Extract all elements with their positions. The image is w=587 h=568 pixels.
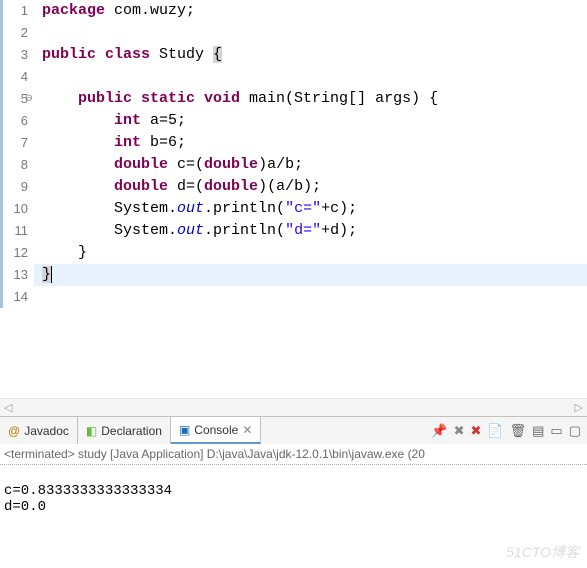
line-number: 14: [0, 286, 34, 308]
display-selected-icon[interactable]: ▤: [532, 423, 544, 439]
scroll-lock-icon[interactable]: 📄: [487, 423, 503, 439]
console-line: c=0.8333333333333334: [4, 483, 172, 499]
scroll-right-icon[interactable]: ▷: [575, 401, 583, 414]
code-line[interactable]: 5⊖ public static void main(String[] args…: [0, 88, 587, 110]
code-line[interactable]: 7 int b=6;: [0, 132, 587, 154]
code-content[interactable]: public static void main(String[] args) {: [34, 88, 587, 110]
tab-console[interactable]: ▣ Console ✕: [171, 417, 261, 444]
code-content[interactable]: System.out.println("d="+d);: [34, 220, 587, 242]
code-content[interactable]: System.out.println("c="+c);: [34, 198, 587, 220]
line-number: 9: [0, 176, 34, 198]
tab-label: Declaration: [101, 424, 162, 438]
console-icon: ▣: [179, 423, 190, 437]
pin-icon[interactable]: 📌: [431, 423, 447, 439]
code-editor[interactable]: 1package com.wuzy;23public class Study {…: [0, 0, 587, 398]
close-icon[interactable]: ✕: [242, 423, 252, 437]
code-line[interactable]: 3public class Study {: [0, 44, 587, 66]
line-number: 7: [0, 132, 34, 154]
code-content[interactable]: }: [34, 264, 587, 286]
line-number: 3: [0, 44, 34, 66]
code-line[interactable]: 1package com.wuzy;: [0, 0, 587, 22]
watermark: 51CTO博客: [506, 542, 579, 562]
code-line[interactable]: 8 double c=(double)a/b;: [0, 154, 587, 176]
line-number: 5⊖: [0, 88, 34, 110]
minimize-icon[interactable]: ▭: [550, 423, 562, 439]
remove-all-terminated-icon[interactable]: ✖: [454, 423, 465, 439]
maximize-icon[interactable]: ▢: [569, 423, 581, 439]
code-content[interactable]: double c=(double)a/b;: [34, 154, 587, 176]
line-number: 1: [0, 0, 34, 22]
remove-launch-icon[interactable]: ✖: [471, 423, 482, 439]
console-toolbar: 📌 ✖ ✖ 📄 🗑 ▤ ▭ ▢: [431, 423, 587, 439]
code-line[interactable]: 6 int a=5;: [0, 110, 587, 132]
declaration-icon: ◧: [86, 424, 97, 438]
tab-javadoc[interactable]: @ Javadoc: [0, 417, 78, 444]
line-number: 10: [0, 198, 34, 220]
code-content[interactable]: }: [34, 242, 587, 264]
code-line[interactable]: 9 double d=(double)(a/b);: [0, 176, 587, 198]
code-content[interactable]: [34, 22, 587, 44]
console-output[interactable]: c=0.8333333333333334 d=0.0: [0, 465, 587, 517]
line-number: 4: [0, 66, 34, 88]
code-line[interactable]: 12 }: [0, 242, 587, 264]
code-line[interactable]: 4: [0, 66, 587, 88]
code-content[interactable]: public class Study {: [34, 44, 587, 66]
line-number: 11: [0, 220, 34, 242]
line-number: 12: [0, 242, 34, 264]
code-line[interactable]: 10 System.out.println("c="+c);: [0, 198, 587, 220]
console-header: <terminated> study [Java Application] D:…: [0, 444, 587, 465]
tab-declaration[interactable]: ◧ Declaration: [78, 417, 171, 444]
line-number: 13: [0, 264, 34, 286]
code-content[interactable]: [34, 286, 587, 308]
javadoc-icon: @: [8, 424, 20, 438]
line-number: 2: [0, 22, 34, 44]
code-line[interactable]: 14: [0, 286, 587, 308]
code-line[interactable]: 13}: [0, 264, 587, 286]
code-content[interactable]: int a=5;: [34, 110, 587, 132]
code-content[interactable]: double d=(double)(a/b);: [34, 176, 587, 198]
code-content[interactable]: package com.wuzy;: [34, 0, 587, 22]
scroll-left-icon[interactable]: ◁: [4, 401, 12, 414]
tab-label: Javadoc: [24, 424, 69, 438]
bottom-panel-tabs: @ Javadoc ◧ Declaration ▣ Console ✕ 📌 ✖ …: [0, 416, 587, 444]
tab-label: Console: [194, 423, 238, 437]
code-content[interactable]: [34, 66, 587, 88]
code-content[interactable]: int b=6;: [34, 132, 587, 154]
line-number: 8: [0, 154, 34, 176]
line-number: 6: [0, 110, 34, 132]
code-line[interactable]: 2: [0, 22, 587, 44]
console-line: d=0.0: [4, 499, 46, 515]
clear-console-icon[interactable]: 🗑: [510, 423, 527, 439]
horizontal-scrollbar[interactable]: ◁ ▷: [0, 398, 587, 416]
code-line[interactable]: 11 System.out.println("d="+d);: [0, 220, 587, 242]
